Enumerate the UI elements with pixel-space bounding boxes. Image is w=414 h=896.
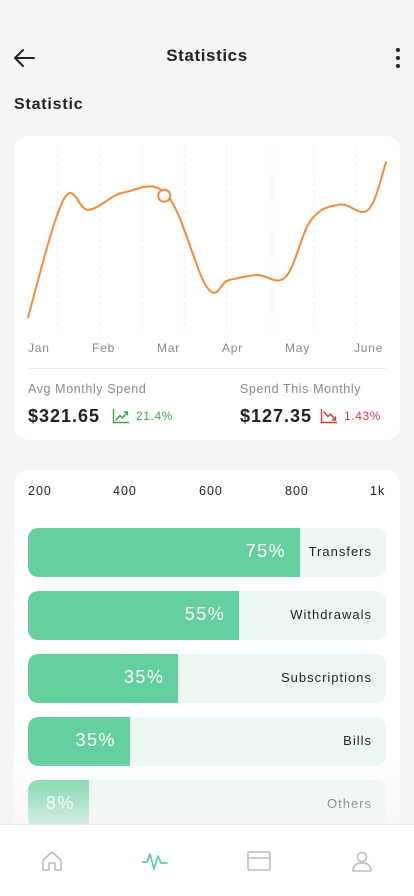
- statistics-chart-card: Jan Feb Mar Apr May June Avg Monthly Spe…: [14, 136, 400, 440]
- month-label: Feb: [92, 341, 116, 355]
- axis-label: 600: [199, 484, 223, 498]
- bar-row-transfers[interactable]: 75% Transfers: [28, 528, 386, 577]
- more-dot-icon: [396, 56, 400, 60]
- bar-label: Bills: [343, 733, 372, 748]
- this-month-trend: 1.43%: [320, 408, 381, 424]
- axis-label: 1k: [370, 484, 386, 498]
- avg-spend-value: $321.65: [28, 406, 101, 426]
- bar-percent: 35%: [75, 730, 117, 750]
- bar-row-withdrawals[interactable]: 55% Withdrawals: [28, 591, 386, 640]
- month-label: May: [285, 341, 311, 355]
- header: Statistics: [0, 0, 414, 100]
- trend-down-icon: [320, 409, 337, 424]
- tab-home[interactable]: [0, 825, 104, 896]
- month-label: Mar: [157, 341, 181, 355]
- bar-percent: 75%: [245, 541, 287, 561]
- more-dot-icon: [396, 48, 400, 52]
- section-title: Statistic: [14, 96, 84, 113]
- this-month-value: $127.35: [240, 406, 313, 426]
- tab-profile[interactable]: [311, 825, 414, 896]
- bar-label: Transfers: [308, 544, 372, 559]
- highlight-point[interactable]: [157, 188, 172, 203]
- this-month-label: Spend This Monthly: [240, 382, 362, 396]
- bar-percent: 35%: [123, 667, 165, 687]
- axis-label: 400: [113, 484, 137, 498]
- more-dot-icon: [396, 64, 400, 68]
- divider: [28, 368, 386, 369]
- activity-icon: [142, 852, 169, 870]
- trend-up-icon: [112, 409, 129, 424]
- page-title: Statistics: [166, 46, 248, 65]
- profile-icon: [352, 851, 373, 872]
- bottom-tab-bar: [0, 824, 414, 896]
- bar-row-bills[interactable]: 35% Bills: [28, 717, 386, 766]
- more-options-button[interactable]: [390, 44, 406, 72]
- home-icon: [41, 850, 62, 871]
- bar-percent: 8%: [45, 793, 75, 813]
- bar-row-subscriptions[interactable]: 35% Subscriptions: [28, 654, 386, 703]
- month-label: June: [354, 341, 384, 355]
- bar-label: Subscriptions: [280, 670, 372, 685]
- avg-change-value: 21.4%: [136, 409, 174, 423]
- series-line: [27, 161, 387, 319]
- bar-percent: 55%: [184, 604, 226, 624]
- line-chart: [27, 148, 387, 332]
- month-label: Apr: [222, 341, 244, 355]
- axis-label: 200: [28, 484, 52, 498]
- avg-spend-label: Avg Monthly Spend: [28, 382, 147, 396]
- avg-spend-trend: 21.4%: [112, 408, 173, 424]
- card-icon: [246, 850, 271, 871]
- axis-label: 800: [285, 484, 309, 498]
- bar-label: Withdrawals: [290, 607, 372, 622]
- month-label: Jan: [28, 341, 50, 355]
- bar-row-others[interactable]: 8% Others: [28, 780, 386, 829]
- this-change-value: 1.43%: [344, 409, 382, 423]
- bar-label: Others: [326, 796, 372, 811]
- tab-cards[interactable]: [207, 825, 311, 896]
- tab-activity[interactable]: [104, 825, 208, 896]
